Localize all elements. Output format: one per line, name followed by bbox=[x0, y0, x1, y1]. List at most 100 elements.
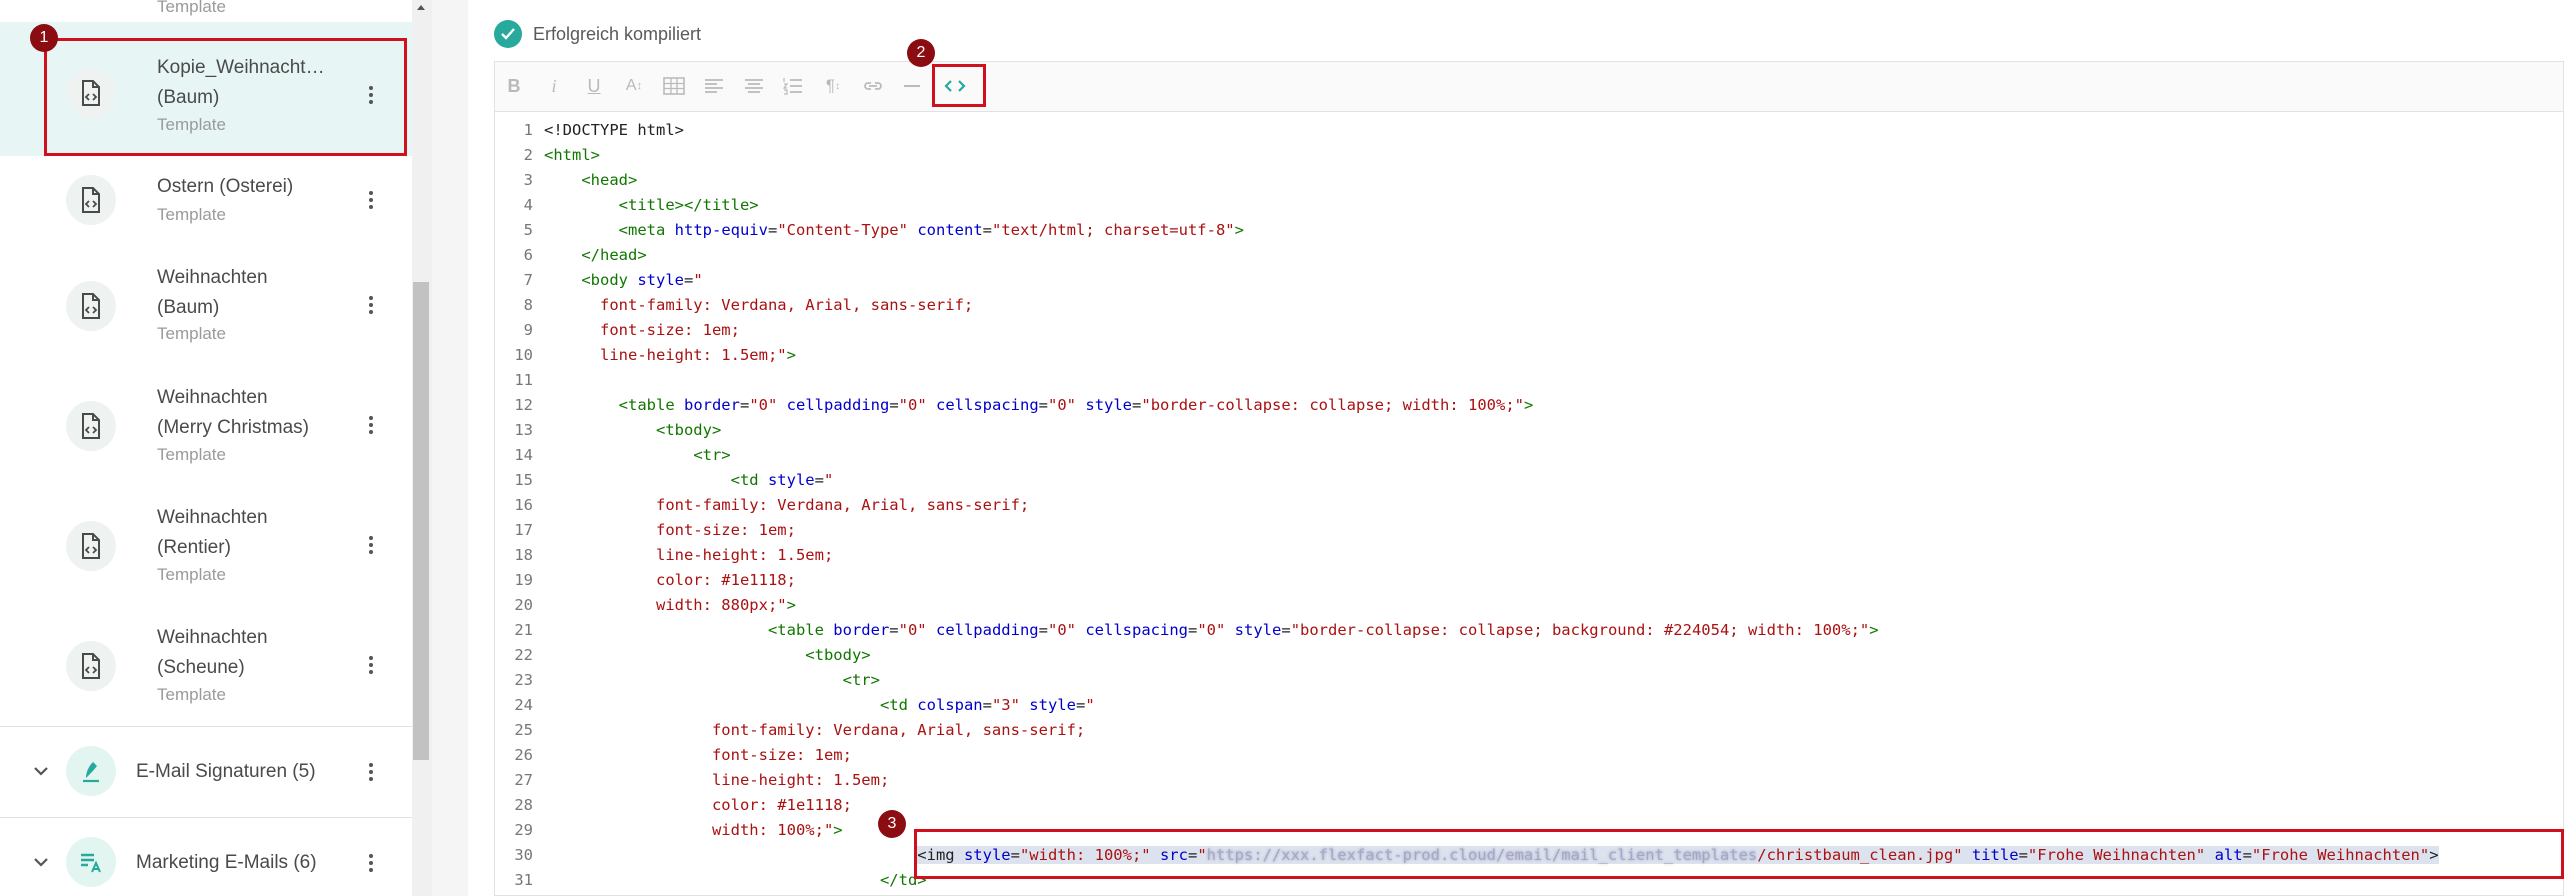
code-token: border bbox=[683, 396, 740, 414]
sidebar-scrollbar-thumb[interactable] bbox=[413, 282, 429, 760]
category-email-signatures[interactable]: E-Mail Signaturen (5) bbox=[136, 757, 316, 787]
sidebar-item-title[interactable]: Ostern (Osterei) bbox=[157, 172, 293, 202]
code-token: > bbox=[786, 596, 796, 614]
more-options-icon[interactable] bbox=[364, 650, 378, 680]
divider bbox=[0, 726, 412, 727]
code-line[interactable]: <tr> bbox=[544, 446, 730, 464]
chevron-down-icon[interactable] bbox=[30, 851, 52, 873]
code-line[interactable]: <title></title> bbox=[544, 196, 759, 214]
code-line[interactable]: </head> bbox=[544, 246, 646, 264]
ordered-list-icon[interactable] bbox=[782, 73, 804, 99]
more-options-icon[interactable] bbox=[364, 290, 378, 320]
category-marketing-emails[interactable]: Marketing E-Mails (6) bbox=[136, 848, 317, 878]
more-options-icon[interactable] bbox=[364, 410, 378, 440]
sidebar-item-title: (Scheune) bbox=[157, 657, 245, 678]
code-line[interactable]: line-height: 1.5em;"> bbox=[544, 346, 796, 364]
code-token: = bbox=[889, 396, 899, 414]
chevron-down-icon[interactable] bbox=[30, 760, 52, 782]
code-line[interactable]: <tbody> bbox=[544, 646, 870, 664]
code-line[interactable]: font-size: 1em; bbox=[544, 521, 796, 539]
callout-badge-3: 3 bbox=[878, 810, 906, 838]
line-number: 21 bbox=[514, 621, 533, 639]
code-line[interactable]: color: #1e1118; bbox=[544, 571, 796, 589]
sidebar-item-title[interactable]: Weihnachten bbox=[157, 503, 268, 533]
more-options-icon[interactable] bbox=[364, 757, 378, 787]
font-size-button[interactable]: A ↕ bbox=[622, 73, 646, 99]
code-line[interactable]: width: 100%;"> bbox=[544, 821, 843, 839]
align-left-icon[interactable] bbox=[703, 73, 725, 99]
code-line[interactable]: line-height: 1.5em; bbox=[544, 771, 889, 789]
more-options-icon[interactable] bbox=[364, 185, 378, 215]
signature-icon bbox=[66, 746, 116, 796]
line-number: 17 bbox=[514, 521, 533, 539]
horizontal-rule-icon[interactable] bbox=[902, 73, 922, 99]
code-token: color: #1e1118; bbox=[544, 796, 852, 814]
html-file-icon bbox=[66, 175, 116, 225]
code-line[interactable]: <head> bbox=[544, 171, 637, 189]
code-line[interactable]: font-size: 1em; bbox=[544, 746, 852, 764]
sidebar-item-title[interactable]: Weihnachten bbox=[157, 263, 268, 293]
code-line[interactable]: font-size: 1em; bbox=[544, 321, 740, 339]
line-number: 3 bbox=[523, 171, 533, 189]
code-token: style bbox=[1234, 621, 1282, 639]
code-line[interactable]: color: #1e1118; bbox=[544, 796, 852, 814]
sidebar-item-title[interactable]: Weihnachten bbox=[157, 383, 268, 413]
code-token: font-family: Verdana, Arial, sans-serif; bbox=[544, 721, 1086, 739]
scroll-up-arrow-icon[interactable] bbox=[413, 0, 429, 16]
line-number: 25 bbox=[514, 721, 533, 739]
code-token: font-size: 1em; bbox=[544, 746, 852, 764]
line-number: 24 bbox=[514, 696, 533, 714]
code-line[interactable]: font-family: Verdana, Arial, sans-serif; bbox=[544, 721, 1085, 739]
code-line[interactable]: <meta http-equiv="Content-Type" content=… bbox=[544, 221, 1244, 239]
code-token: = bbox=[767, 221, 778, 239]
code-line[interactable]: font-family: Verdana, Arial, sans-serif; bbox=[544, 296, 973, 314]
line-number: 16 bbox=[514, 496, 533, 514]
more-options-icon[interactable] bbox=[364, 530, 378, 560]
code-line[interactable]: width: 880px;"> bbox=[544, 596, 796, 614]
code-token: <body bbox=[581, 271, 638, 289]
code-line[interactable]: <td style=" bbox=[544, 471, 834, 489]
code-line[interactable]: <tbody> bbox=[544, 421, 721, 439]
code-token: "0" bbox=[898, 396, 927, 414]
code-token: "0" bbox=[898, 621, 927, 639]
highlight-box-2 bbox=[932, 64, 986, 107]
code-line[interactable]: <body style=" bbox=[544, 271, 702, 289]
line-number: 30 bbox=[514, 846, 533, 864]
code-token: font-size: 1em; bbox=[544, 321, 740, 339]
compile-status: Erfolgreich kompiliert bbox=[533, 24, 702, 44]
code-line[interactable]: </td> bbox=[544, 871, 927, 889]
line-number: 26 bbox=[514, 746, 533, 764]
code-token: font-family: Verdana, Arial, sans-serif; bbox=[544, 296, 974, 314]
code-line[interactable]: font-family: Verdana, Arial, sans-serif; bbox=[544, 496, 1029, 514]
code-line[interactable]: <tr> bbox=[544, 671, 880, 689]
code-token: <head> bbox=[581, 171, 638, 189]
code-line[interactable]: <html> bbox=[544, 146, 600, 164]
link-icon[interactable] bbox=[862, 73, 884, 99]
code-line[interactable]: <!DOCTYPE html> bbox=[544, 121, 684, 139]
italic-button[interactable]: i bbox=[544, 73, 564, 99]
line-number: 8 bbox=[523, 296, 533, 314]
sidebar-item-title[interactable]: Weihnachten bbox=[157, 623, 268, 653]
code-line[interactable]: <table border="0" cellpadding="0" cellsp… bbox=[544, 396, 1534, 414]
code-line[interactable]: <td colspan="3" style=" bbox=[544, 696, 1095, 714]
code-token: cellspacing bbox=[936, 396, 1039, 414]
code-line[interactable]: <table border="0" cellpadding="0" cellsp… bbox=[544, 621, 1879, 639]
table-icon[interactable] bbox=[663, 73, 685, 99]
more-options-icon[interactable] bbox=[364, 848, 378, 878]
code-token: = bbox=[814, 471, 824, 489]
bold-button[interactable]: B bbox=[504, 73, 524, 99]
align-center-icon[interactable] bbox=[743, 73, 765, 99]
html-source-editor[interactable]: 1 2 3 4 5 6 7 8 9 10 11 12 13 14 15 16 17 18 19 20 21 22 23 24 2… bbox=[494, 111, 2564, 896]
line-number: 6 bbox=[523, 246, 533, 264]
code-line[interactable]: line-height: 1.5em; bbox=[544, 546, 833, 564]
underline-button[interactable]: U bbox=[584, 73, 604, 99]
paragraph-button[interactable]: ¶ ↕ bbox=[822, 73, 844, 99]
